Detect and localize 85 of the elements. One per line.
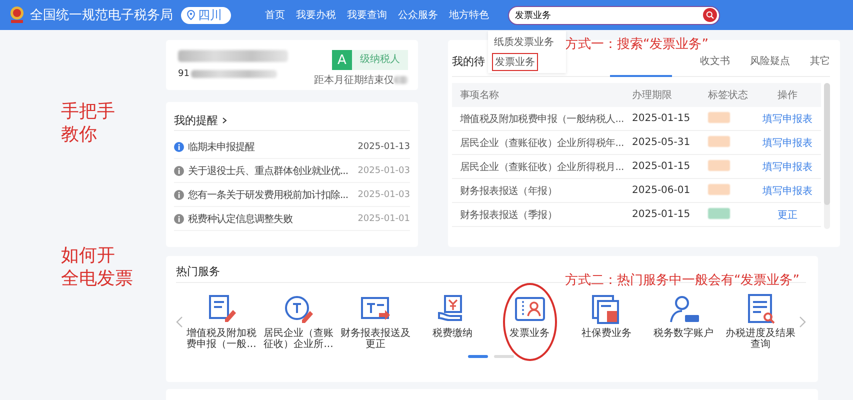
scrollbar-thumb[interactable] bbox=[824, 83, 830, 205]
location-pin-icon bbox=[187, 10, 195, 20]
site-title: 全国统一规范电子税务局 bbox=[30, 7, 173, 24]
next-button[interactable] bbox=[799, 316, 806, 328]
action-link[interactable]: 填写申报表 bbox=[762, 114, 812, 124]
action-link[interactable]: 填写申报表 bbox=[762, 138, 812, 148]
chevron-right-icon bbox=[222, 116, 227, 124]
column-header: 操作 bbox=[776, 89, 798, 102]
table-cell-text: 2025-06-01 bbox=[632, 185, 692, 196]
table-cell-text: 2025-01-15 bbox=[632, 161, 692, 172]
service-label: 财务报表报送及更正 bbox=[340, 328, 412, 350]
nav-link[interactable]: 地方特色 bbox=[449, 8, 489, 22]
service-item[interactable]: 税务数字账户 bbox=[646, 293, 720, 339]
service-label: 税费缴纳 bbox=[432, 328, 474, 339]
reminder-date: 2025-01-13 bbox=[358, 142, 410, 152]
tab[interactable]: 其它 bbox=[810, 54, 830, 68]
column-header: 标签状态 bbox=[708, 88, 749, 102]
search-field[interactable]: 发票业务 bbox=[508, 6, 720, 24]
card-title: 我的待 bbox=[452, 54, 485, 68]
reminder-link[interactable]: 临期未申报提醒 bbox=[188, 140, 354, 154]
table-cell-text: 2025-01-15 bbox=[632, 209, 692, 220]
reminder-link[interactable]: 税费种认定信息调整失败 bbox=[188, 212, 354, 226]
chevron-left-icon bbox=[176, 316, 183, 328]
chevron-right-icon bbox=[799, 316, 806, 328]
card-title: 我的提醒 bbox=[174, 112, 218, 128]
reminder-date: 2025-01-01 bbox=[358, 214, 410, 224]
table-cell-text: 财务报表报送（年报） bbox=[459, 184, 558, 198]
table-cell-text: 增值税及附加税费申报（一般纳税人... bbox=[459, 112, 625, 126]
service-item[interactable]: 发票业务 bbox=[492, 293, 566, 339]
table-cell-text: 居民企业（查账征收）企业所得税月... bbox=[459, 160, 625, 174]
redacted-text bbox=[394, 76, 408, 84]
service-label: 增值税及附加税费申报（一般... bbox=[186, 328, 258, 350]
service-label: 税务数字账户 bbox=[652, 328, 714, 339]
annotation-text: 手把手 bbox=[61, 100, 115, 123]
credit-grade-label: 级纳税人 bbox=[352, 50, 408, 70]
nav-link[interactable]: 我要办税 bbox=[296, 8, 336, 22]
service-item[interactable]: 财务报表报送及更正 bbox=[338, 293, 412, 350]
annotation-text: 教你 bbox=[61, 123, 97, 146]
deadline-text: 距本月征期结束仅 bbox=[314, 74, 394, 87]
scrollbar[interactable] bbox=[824, 83, 830, 229]
annotation-text: 方式一：搜索“发票业务” bbox=[565, 36, 708, 53]
action-link[interactable]: 更正 bbox=[778, 210, 798, 220]
nav-link[interactable]: 首页 bbox=[265, 8, 285, 22]
table-cell-text: 2025-05-31 bbox=[632, 137, 692, 148]
page-indicator[interactable] bbox=[468, 355, 488, 358]
suggestion-item[interactable]: 发票业务 bbox=[492, 53, 538, 71]
service-item[interactable]: 税费缴纳 bbox=[416, 293, 490, 339]
annotation-text: 如何开 bbox=[61, 244, 115, 267]
tab[interactable]: 风险疑点 bbox=[750, 54, 790, 68]
annotation-text: 方式二：热门服务中一般会有“发票业务” bbox=[565, 272, 800, 289]
region-selector[interactable]: 四川 bbox=[181, 6, 231, 24]
search-icon bbox=[706, 11, 714, 19]
action-link[interactable]: 填写申报表 bbox=[762, 162, 812, 172]
service-label: 居民企业（查账征收）企业所... bbox=[262, 328, 334, 350]
credit-grade: A bbox=[332, 50, 352, 70]
suggestion-item[interactable]: 纸质发票业务 bbox=[492, 34, 556, 50]
service-item[interactable]: 居民企业（查账征收）企业所... bbox=[262, 293, 336, 350]
region-label: 四川 bbox=[198, 6, 222, 24]
tab[interactable]: 收文书 bbox=[700, 54, 730, 68]
search-button[interactable] bbox=[703, 8, 717, 22]
previous-button[interactable] bbox=[176, 316, 183, 328]
table-cell-text: 财务报表报送（季报） bbox=[459, 208, 558, 222]
table-cell-text: 居民企业（查账征收）企业所得税年... bbox=[459, 136, 625, 150]
search-input[interactable]: 发票业务 bbox=[515, 10, 703, 20]
emblem-icon bbox=[9, 6, 25, 24]
column-header: 办理期限 bbox=[632, 88, 673, 102]
tax-id-prefix: 91 bbox=[178, 69, 190, 79]
action-link[interactable]: 填写申报表 bbox=[762, 186, 812, 196]
nav-link[interactable]: 我要查询 bbox=[347, 8, 387, 22]
column-header: 事项名称 bbox=[459, 88, 500, 102]
reminder-date: 2025-01-03 bbox=[358, 166, 410, 176]
reminder-date: 2025-01-03 bbox=[358, 190, 410, 200]
service-label: 办税进度及结果查询 bbox=[724, 328, 796, 350]
service-item[interactable]: 办税进度及结果查询 bbox=[724, 293, 798, 350]
service-item[interactable]: 社保费业务 bbox=[570, 293, 644, 339]
service-item[interactable]: 增值税及附加税费申报（一般... bbox=[184, 293, 258, 350]
page-indicator[interactable] bbox=[494, 355, 514, 358]
reminder-link[interactable]: 关于退役士兵、重点群体创业就业优... bbox=[188, 164, 354, 178]
reminder-link[interactable]: 您有一条关于研发费用税前加计扣除... bbox=[188, 188, 354, 202]
service-label: 社保费业务 bbox=[580, 328, 632, 339]
table-cell-text: 2025-01-15 bbox=[632, 113, 692, 124]
tab-indicator bbox=[610, 75, 672, 77]
service-label: 发票业务 bbox=[508, 328, 550, 339]
annotation-text: 全电发票 bbox=[61, 267, 133, 290]
nav-link[interactable]: 公众服务 bbox=[398, 8, 438, 22]
